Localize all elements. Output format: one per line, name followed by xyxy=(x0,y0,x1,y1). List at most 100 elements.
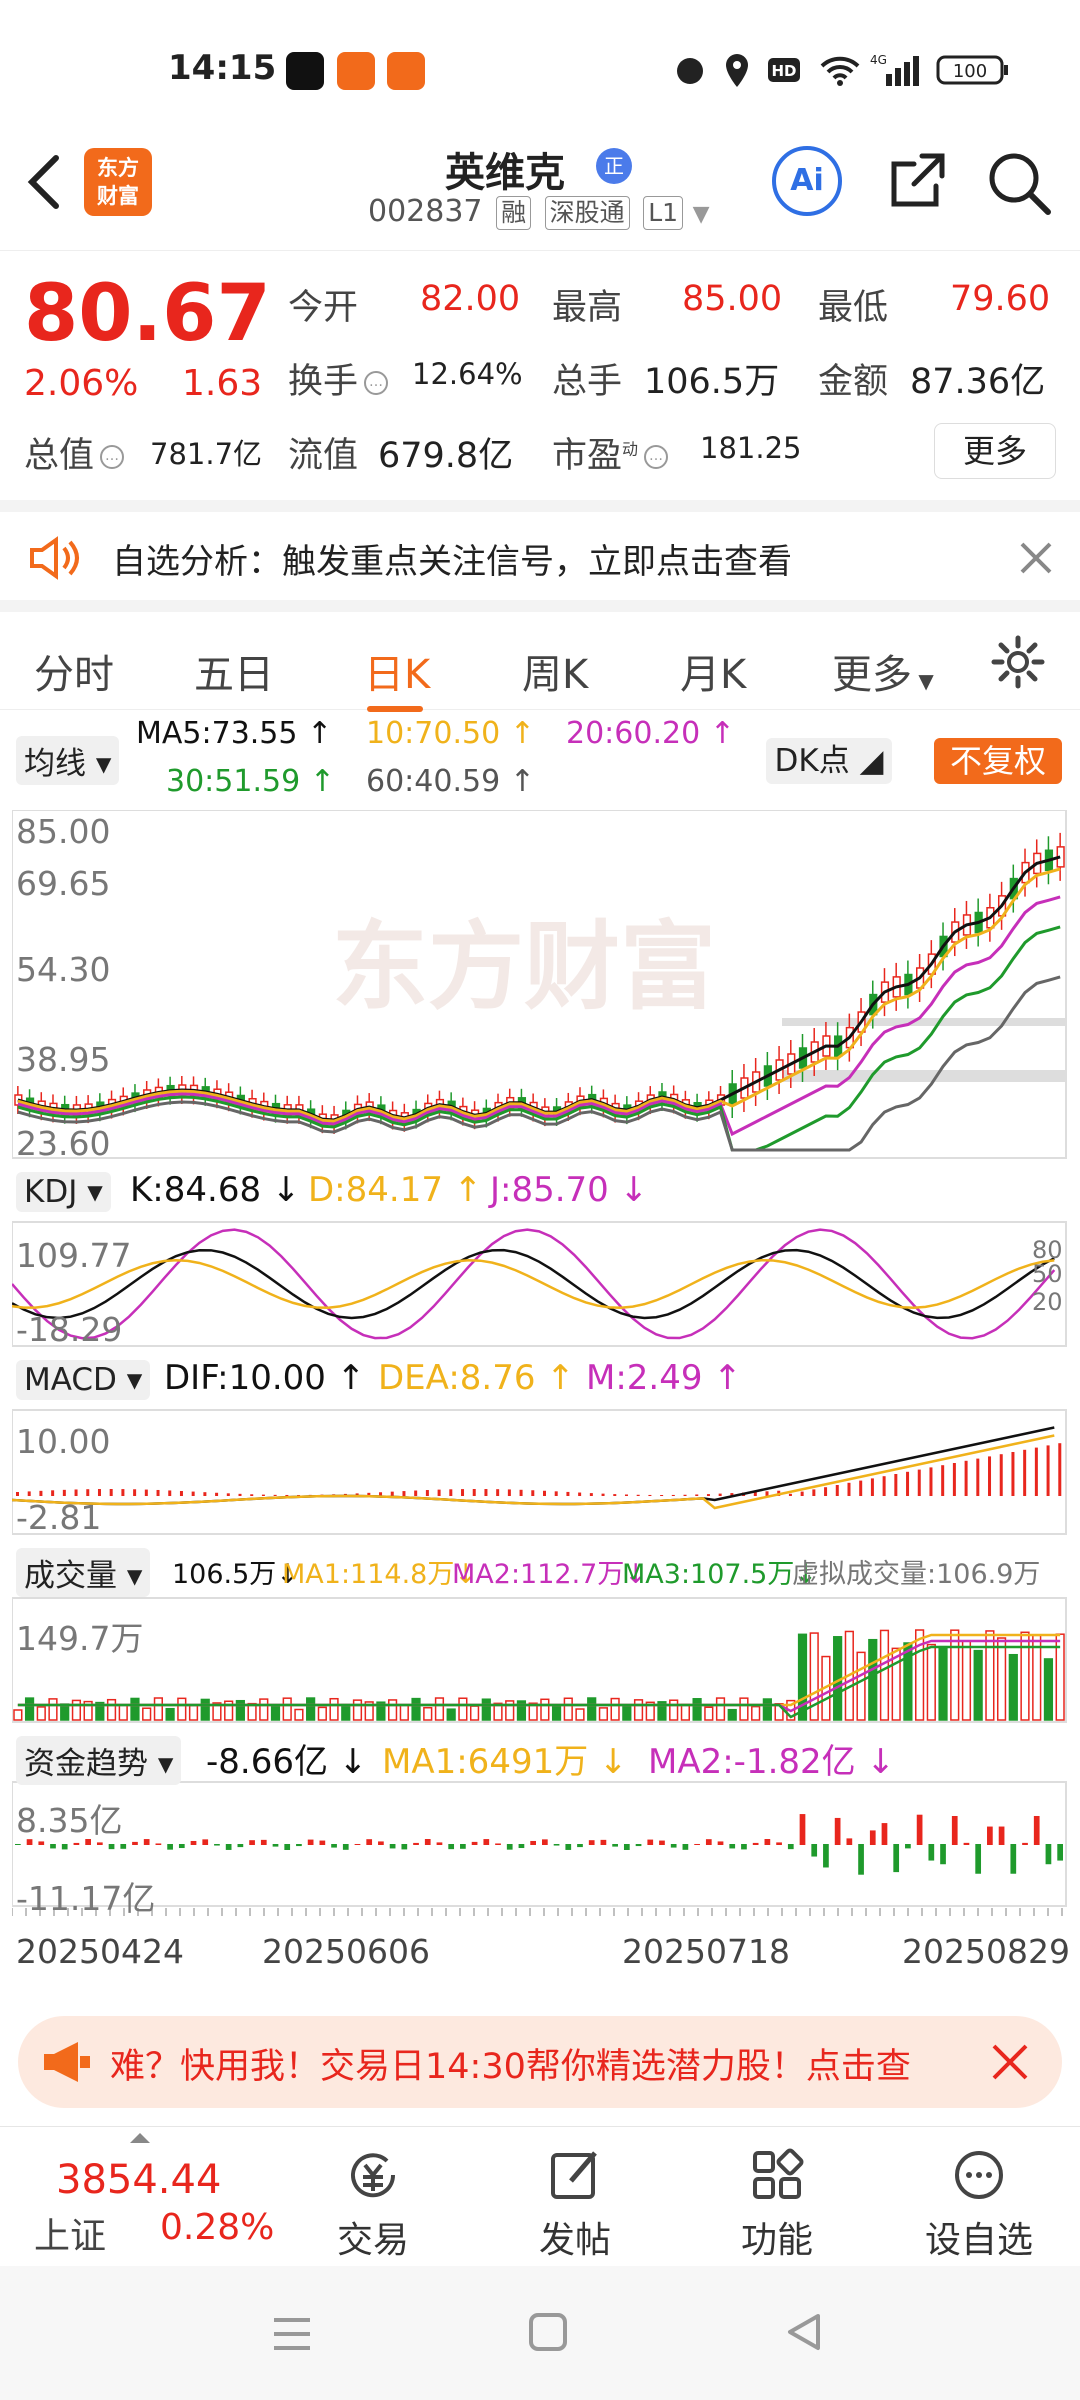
expand-caret-icon[interactable] xyxy=(128,2131,152,2145)
volume-bar xyxy=(950,1629,960,1721)
volume-bar xyxy=(71,1699,82,1721)
volume-bar xyxy=(985,1630,995,1721)
macd-bar xyxy=(648,1494,652,1496)
tag-level: L1 xyxy=(643,196,684,230)
adjust-button[interactable]: 不复权 xyxy=(934,738,1062,784)
fund-bar xyxy=(905,1844,911,1849)
kdj-axis-top: 109.77 xyxy=(16,1236,132,1275)
fund-bar xyxy=(940,1844,946,1865)
menu-icon[interactable] xyxy=(272,2314,312,2354)
analysis-banner[interactable]: 自选分析：触发重点关注信号，立即点击查看 xyxy=(0,500,1080,600)
index-value[interactable]: 3854.44 xyxy=(56,2157,221,2203)
settings-gear-icon[interactable] xyxy=(990,634,1046,690)
fund-bar xyxy=(155,1843,162,1845)
home-icon[interactable] xyxy=(528,2312,568,2352)
search-icon[interactable] xyxy=(984,148,1054,218)
functions-button[interactable]: 功能 xyxy=(712,2145,842,2263)
pe-label[interactable]: 市盈动… xyxy=(552,427,674,478)
eastmoney-logo[interactable]: 东方 财富 xyxy=(84,148,152,216)
macd-bar xyxy=(578,1492,582,1496)
mktcap-label[interactable]: 总值… xyxy=(24,427,130,478)
volume-bar xyxy=(610,1697,620,1721)
fund-bar xyxy=(495,1843,501,1845)
dk-point-button[interactable]: DK点 ◢ xyxy=(766,738,892,784)
fund-bar xyxy=(296,1844,302,1847)
volume-selector[interactable]: 成交量 ▾ xyxy=(16,1548,151,1597)
edit-icon xyxy=(551,2151,597,2199)
ma-selector[interactable]: 均线 ▾ xyxy=(16,736,120,785)
fund-bar xyxy=(506,1844,513,1850)
fund-bar xyxy=(460,1844,466,1849)
volume-bar xyxy=(996,1637,1007,1721)
resistance-zone xyxy=(782,1018,1066,1026)
fund-bar xyxy=(553,1844,560,1846)
fund-bar xyxy=(893,1844,900,1873)
promo-banner[interactable]: 难？快用我！交易日14:30帮你精选潜力股！点击查 xyxy=(18,2016,1062,2108)
macd-bar xyxy=(824,1487,828,1496)
volume-bar xyxy=(36,1706,46,1721)
tab-monthly-k[interactable]: 月K xyxy=(680,642,746,700)
fund-bar xyxy=(834,1817,841,1845)
banner-text: 自选分析：触发重点关注信号，立即点击查看 xyxy=(112,542,792,582)
change-amount: 1.63 xyxy=(182,363,263,404)
location-icon xyxy=(726,54,748,87)
fund-selector[interactable]: 资金趋势 ▾ xyxy=(16,1736,182,1785)
watermark: 东方财富 xyxy=(332,911,716,1023)
volume-bar xyxy=(1043,1658,1054,1721)
fund-bar xyxy=(612,1844,618,1847)
back-arrow-icon[interactable] xyxy=(22,152,62,212)
tag-connect: 深股通 xyxy=(544,196,630,230)
macd-bar xyxy=(133,1489,137,1496)
kdj-selector[interactable]: KDJ ▾ xyxy=(16,1172,111,1212)
date-label-1: 20250424 xyxy=(16,1932,184,1971)
macd-bar xyxy=(191,1491,195,1496)
turnover-label[interactable]: 换手… xyxy=(288,353,394,404)
fund-bar xyxy=(975,1844,982,1874)
macd-bar xyxy=(16,1492,19,1496)
tab-more[interactable]: 更多 ▼ xyxy=(832,642,934,700)
tab-intraday[interactable]: 分时 xyxy=(34,642,114,700)
share-icon[interactable] xyxy=(884,148,950,214)
tab-five-day[interactable]: 五日 xyxy=(194,642,274,700)
kdj-d: D:84.17 ↑ xyxy=(308,1170,483,1210)
macd-bar xyxy=(51,1490,55,1496)
fund-bar xyxy=(752,1842,759,1845)
info-icon: … xyxy=(100,445,125,469)
ai-assistant-button[interactable]: Ai xyxy=(772,146,842,216)
change-percent: 2.06% xyxy=(24,363,139,404)
tab-daily-k[interactable]: 日K xyxy=(364,642,430,700)
volume-bar xyxy=(598,1707,609,1721)
dropdown-caret-icon[interactable]: ▼ xyxy=(693,202,710,227)
macd-bar xyxy=(1034,1447,1038,1496)
macd-bar xyxy=(109,1489,113,1496)
macd-bar xyxy=(870,1478,874,1496)
fund-bar xyxy=(143,1839,150,1845)
macd-selector[interactable]: MACD ▾ xyxy=(16,1360,151,1400)
back-icon[interactable] xyxy=(784,2312,824,2352)
info-icon: … xyxy=(644,445,669,469)
fund-bar xyxy=(401,1844,408,1850)
tab-weekly-k[interactable]: 周K xyxy=(522,642,588,700)
fund-bar xyxy=(471,1841,478,1845)
fund-bar xyxy=(694,1843,700,1845)
stock-charts[interactable]: 东方财富 xyxy=(12,810,1068,1990)
low-label: 最低 xyxy=(818,288,889,328)
volume-bar xyxy=(60,1703,70,1721)
volume-bar xyxy=(961,1640,972,1721)
volume-bar xyxy=(423,1706,433,1721)
more-quote-button[interactable]: 更多 xyxy=(934,423,1056,479)
close-icon[interactable] xyxy=(1018,540,1054,576)
kdj-j-line xyxy=(12,1228,1056,1340)
volume-bar xyxy=(692,1698,702,1721)
volume-bar xyxy=(317,1706,327,1721)
volume-bar xyxy=(727,1708,737,1721)
kdj-lines xyxy=(12,1228,1056,1340)
trade-button[interactable]: 交易 xyxy=(308,2145,438,2263)
volume-axis-top: 149.7万 xyxy=(16,1619,144,1658)
add-watchlist-button[interactable]: 设自选 xyxy=(914,2145,1044,2263)
tiktok-app-icon xyxy=(286,52,324,90)
fund-bar xyxy=(928,1844,935,1861)
post-button[interactable]: 发帖 xyxy=(510,2145,640,2263)
volume-bar xyxy=(481,1698,491,1721)
promo-close-icon[interactable] xyxy=(990,2042,1030,2082)
